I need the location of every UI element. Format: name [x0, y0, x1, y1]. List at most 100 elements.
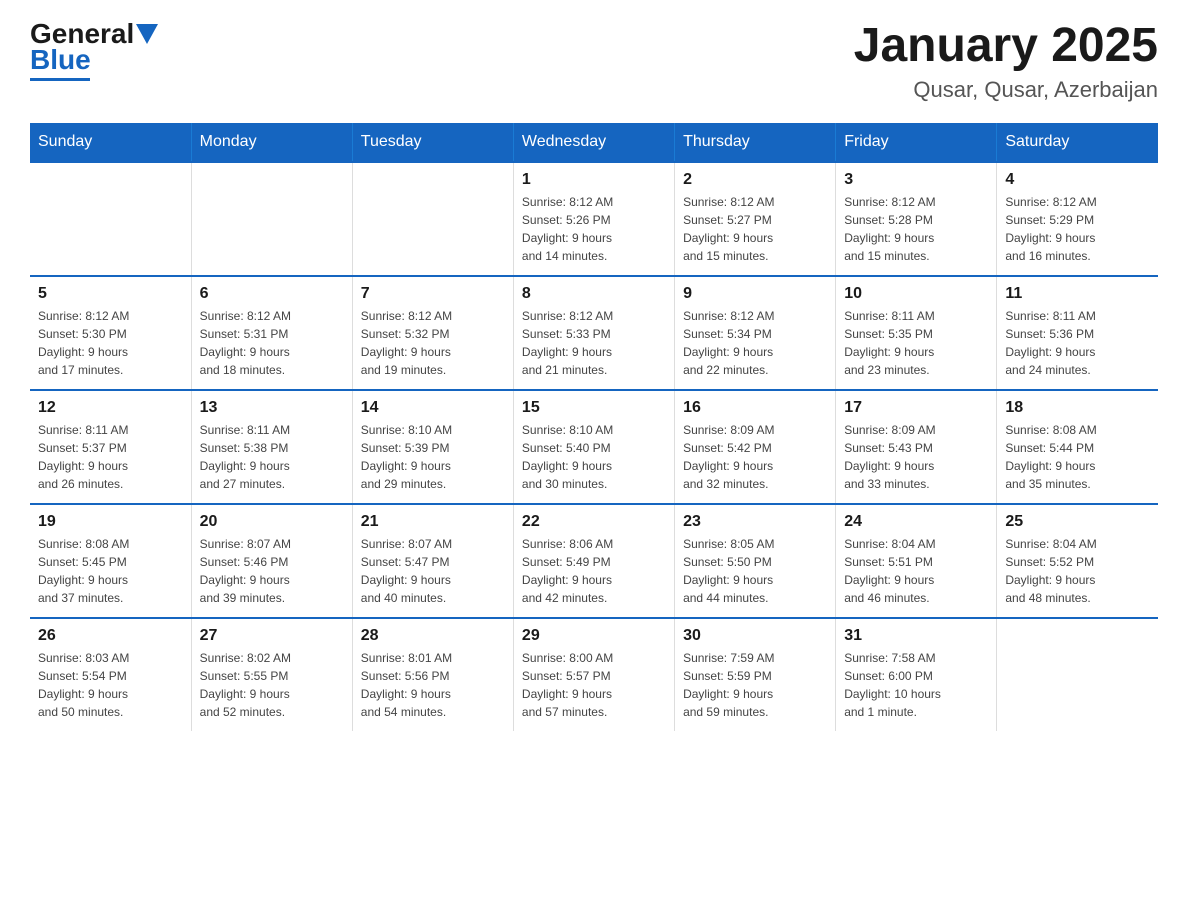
- calendar-table: SundayMondayTuesdayWednesdayThursdayFrid…: [30, 123, 1158, 731]
- day-info: Sunrise: 8:01 AM Sunset: 5:56 PM Dayligh…: [361, 649, 505, 721]
- calendar-day-cell: 31 Sunrise: 7:58 AM Sunset: 6:00 PM Dayli…: [836, 618, 997, 731]
- day-info: Sunrise: 8:04 AM Sunset: 5:51 PM Dayligh…: [844, 535, 988, 607]
- calendar-day-cell: 21Sunrise: 8:07 AM Sunset: 5:47 PM Dayli…: [352, 504, 513, 618]
- day-info: Sunrise: 8:02 AM Sunset: 5:55 PM Dayligh…: [200, 649, 344, 721]
- page-header: General Blue January 2025 Qusar, Qusar, …: [30, 20, 1158, 103]
- calendar-day-cell: 20 Sunrise: 8:07 AM Sunset: 5:46 PM Dayli…: [191, 504, 352, 618]
- day-number: 15: [522, 399, 666, 417]
- day-number: 5: [38, 285, 183, 303]
- weekday-tuesday: Tuesday: [352, 123, 513, 162]
- calendar-day-cell: 9Sunrise: 8:12 AM Sunset: 5:34 PM Daylig…: [675, 276, 836, 390]
- day-number: 4: [1005, 171, 1150, 189]
- calendar-day-cell: 11 Sunrise: 8:11 AM Sunset: 5:36 PM Dayli…: [997, 276, 1158, 390]
- calendar-day-cell: 8 Sunrise: 8:12 AM Sunset: 5:33 PM Daylig…: [513, 276, 674, 390]
- day-number: 28: [361, 627, 505, 645]
- day-info: Sunrise: 8:09 AM Sunset: 5:43 PM Dayligh…: [844, 421, 988, 493]
- calendar-day-cell: 22 Sunrise: 8:06 AM Sunset: 5:49 PM Dayli…: [513, 504, 674, 618]
- day-info: Sunrise: 8:06 AM Sunset: 5:49 PM Dayligh…: [522, 535, 666, 607]
- day-info: Sunrise: 8:04 AM Sunset: 5:52 PM Dayligh…: [1005, 535, 1150, 607]
- title-block: January 2025 Qusar, Qusar, Azerbaijan: [854, 20, 1158, 103]
- day-info: Sunrise: 8:12 AM Sunset: 5:33 PM Dayligh…: [522, 307, 666, 379]
- day-number: 14: [361, 399, 505, 417]
- day-info: Sunrise: 8:12 AM Sunset: 5:31 PM Dayligh…: [200, 307, 344, 379]
- day-info: Sunrise: 8:11 AM Sunset: 5:36 PM Dayligh…: [1005, 307, 1150, 379]
- day-number: 26: [38, 627, 183, 645]
- logo-underline: [30, 78, 90, 81]
- calendar-day-cell: 7 Sunrise: 8:12 AM Sunset: 5:32 PM Daylig…: [352, 276, 513, 390]
- day-number: 10: [844, 285, 988, 303]
- day-number: 25: [1005, 513, 1150, 531]
- day-number: 1: [522, 171, 666, 189]
- weekday-saturday: Saturday: [997, 123, 1158, 162]
- day-number: 6: [200, 285, 344, 303]
- day-number: 18: [1005, 399, 1150, 417]
- calendar-day-cell: 19 Sunrise: 8:08 AM Sunset: 5:45 PM Dayli…: [30, 504, 191, 618]
- calendar-day-cell: [191, 162, 352, 276]
- calendar-week-row: 12 Sunrise: 8:11 AM Sunset: 5:37 PM Dayli…: [30, 390, 1158, 504]
- day-info: Sunrise: 8:09 AM Sunset: 5:42 PM Dayligh…: [683, 421, 827, 493]
- calendar-day-cell: 30Sunrise: 7:59 AM Sunset: 5:59 PM Dayli…: [675, 618, 836, 731]
- day-info: Sunrise: 8:08 AM Sunset: 5:44 PM Dayligh…: [1005, 421, 1150, 493]
- logo-blue-text: Blue: [30, 46, 91, 74]
- day-number: 2: [683, 171, 827, 189]
- day-number: 17: [844, 399, 988, 417]
- calendar-day-cell: 24Sunrise: 8:04 AM Sunset: 5:51 PM Dayli…: [836, 504, 997, 618]
- logo: General Blue: [30, 20, 158, 81]
- day-info: Sunrise: 8:11 AM Sunset: 5:35 PM Dayligh…: [844, 307, 988, 379]
- calendar-day-cell: 27 Sunrise: 8:02 AM Sunset: 5:55 PM Dayli…: [191, 618, 352, 731]
- logo-triangle-icon: [136, 24, 158, 44]
- calendar-day-cell: 17 Sunrise: 8:09 AM Sunset: 5:43 PM Dayli…: [836, 390, 997, 504]
- day-info: Sunrise: 8:10 AM Sunset: 5:39 PM Dayligh…: [361, 421, 505, 493]
- day-info: Sunrise: 8:12 AM Sunset: 5:27 PM Dayligh…: [683, 193, 827, 265]
- calendar-day-cell: 1 Sunrise: 8:12 AM Sunset: 5:26 PM Daylig…: [513, 162, 674, 276]
- calendar-week-row: 5Sunrise: 8:12 AM Sunset: 5:30 PM Daylig…: [30, 276, 1158, 390]
- day-number: 21: [361, 513, 505, 531]
- calendar-day-cell: [30, 162, 191, 276]
- day-info: Sunrise: 8:12 AM Sunset: 5:26 PM Dayligh…: [522, 193, 666, 265]
- calendar-day-cell: 18 Sunrise: 8:08 AM Sunset: 5:44 PM Dayli…: [997, 390, 1158, 504]
- calendar-day-cell: 23Sunrise: 8:05 AM Sunset: 5:50 PM Dayli…: [675, 504, 836, 618]
- calendar-day-cell: 16Sunrise: 8:09 AM Sunset: 5:42 PM Dayli…: [675, 390, 836, 504]
- day-number: 19: [38, 513, 183, 531]
- day-info: Sunrise: 8:03 AM Sunset: 5:54 PM Dayligh…: [38, 649, 183, 721]
- weekday-friday: Friday: [836, 123, 997, 162]
- day-number: 30: [683, 627, 827, 645]
- calendar-day-cell: 29Sunrise: 8:00 AM Sunset: 5:57 PM Dayli…: [513, 618, 674, 731]
- day-info: Sunrise: 7:58 AM Sunset: 6:00 PM Dayligh…: [844, 649, 988, 721]
- day-number: 23: [683, 513, 827, 531]
- calendar-day-cell: [997, 618, 1158, 731]
- day-number: 3: [844, 171, 988, 189]
- day-number: 27: [200, 627, 344, 645]
- day-info: Sunrise: 8:10 AM Sunset: 5:40 PM Dayligh…: [522, 421, 666, 493]
- day-number: 31: [844, 627, 988, 645]
- calendar-day-cell: 10 Sunrise: 8:11 AM Sunset: 5:35 PM Dayli…: [836, 276, 997, 390]
- day-info: Sunrise: 8:12 AM Sunset: 5:28 PM Dayligh…: [844, 193, 988, 265]
- day-info: Sunrise: 8:07 AM Sunset: 5:46 PM Dayligh…: [200, 535, 344, 607]
- weekday-sunday: Sunday: [30, 123, 191, 162]
- calendar-week-row: 1 Sunrise: 8:12 AM Sunset: 5:26 PM Daylig…: [30, 162, 1158, 276]
- day-number: 20: [200, 513, 344, 531]
- calendar-day-cell: [352, 162, 513, 276]
- day-info: Sunrise: 8:12 AM Sunset: 5:32 PM Dayligh…: [361, 307, 505, 379]
- day-number: 13: [200, 399, 344, 417]
- day-info: Sunrise: 8:11 AM Sunset: 5:38 PM Dayligh…: [200, 421, 344, 493]
- day-number: 22: [522, 513, 666, 531]
- calendar-day-cell: 25 Sunrise: 8:04 AM Sunset: 5:52 PM Dayli…: [997, 504, 1158, 618]
- weekday-thursday: Thursday: [675, 123, 836, 162]
- calendar-header: SundayMondayTuesdayWednesdayThursdayFrid…: [30, 123, 1158, 162]
- weekday-wednesday: Wednesday: [513, 123, 674, 162]
- day-number: 9: [683, 285, 827, 303]
- day-info: Sunrise: 8:12 AM Sunset: 5:29 PM Dayligh…: [1005, 193, 1150, 265]
- day-number: 12: [38, 399, 183, 417]
- calendar-body: 1 Sunrise: 8:12 AM Sunset: 5:26 PM Daylig…: [30, 162, 1158, 731]
- day-info: Sunrise: 8:08 AM Sunset: 5:45 PM Dayligh…: [38, 535, 183, 607]
- day-info: Sunrise: 8:11 AM Sunset: 5:37 PM Dayligh…: [38, 421, 183, 493]
- day-number: 7: [361, 285, 505, 303]
- calendar-day-cell: 13 Sunrise: 8:11 AM Sunset: 5:38 PM Dayli…: [191, 390, 352, 504]
- calendar-week-row: 26 Sunrise: 8:03 AM Sunset: 5:54 PM Dayli…: [30, 618, 1158, 731]
- calendar-title: January 2025: [854, 20, 1158, 73]
- day-number: 8: [522, 285, 666, 303]
- calendar-subtitle: Qusar, Qusar, Azerbaijan: [854, 77, 1158, 103]
- day-number: 11: [1005, 285, 1150, 303]
- calendar-day-cell: 14 Sunrise: 8:10 AM Sunset: 5:39 PM Dayli…: [352, 390, 513, 504]
